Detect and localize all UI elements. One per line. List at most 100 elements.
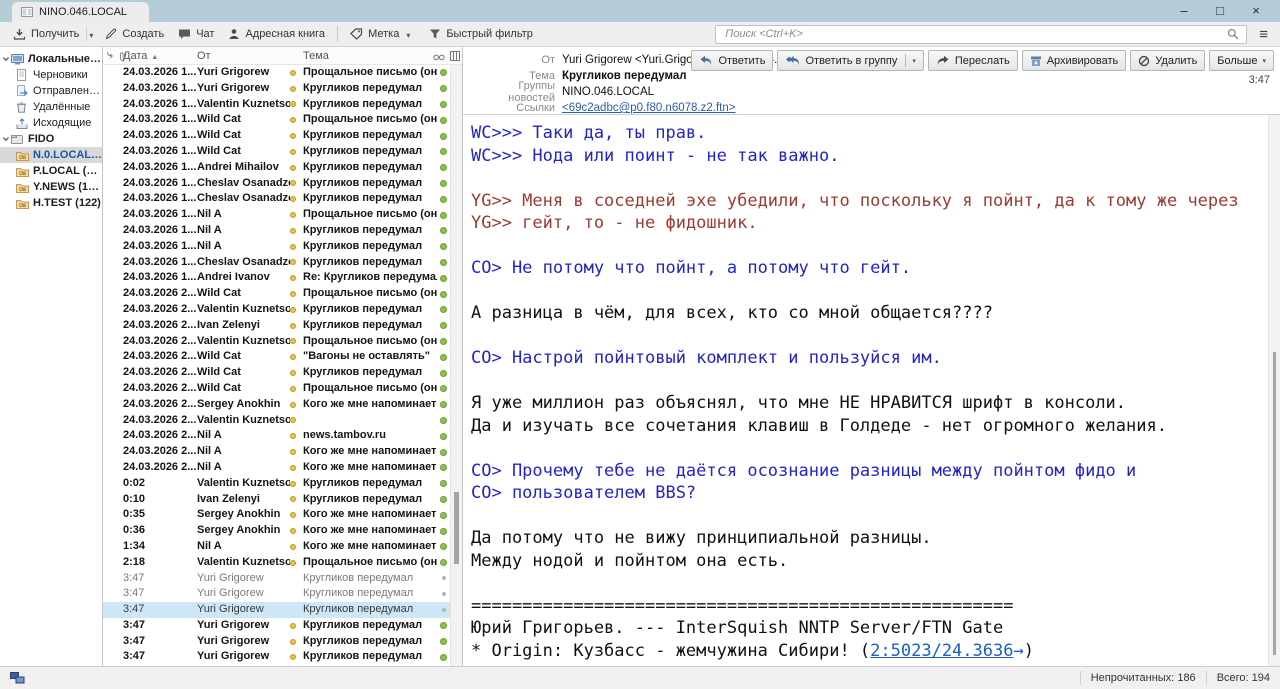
more-button[interactable]: Больше ▾ — [1209, 50, 1274, 71]
folder-item-local-folders[interactable]: Локальные папки — [0, 51, 102, 67]
maximize-button[interactable]: □ — [1202, 0, 1238, 22]
unread-column-cell[interactable] — [437, 275, 450, 282]
search-icon[interactable] — [1227, 28, 1239, 40]
message-row[interactable]: 24.03.2026 1...Yuri GrigorewПрощальное п… — [103, 65, 450, 81]
message-row[interactable]: 24.03.2026 2...Nil Anews.tambov.ru — [103, 428, 450, 444]
folder-item-drafts[interactable]: Черновики — [0, 67, 102, 83]
folder-item-ynews[interactable]: Y.NEWS (142) — [0, 179, 102, 195]
chevron-down-icon[interactable]: ▾ — [912, 57, 916, 65]
tag-button[interactable]: Метка ▾ — [343, 25, 422, 43]
message-row[interactable]: 24.03.2026 2...Valentin KuznetsovКруглик… — [103, 302, 450, 318]
unread-column-cell[interactable] — [437, 433, 450, 440]
unread-column-cell[interactable] — [437, 401, 450, 408]
close-button[interactable]: × — [1238, 0, 1274, 22]
unread-column-cell[interactable] — [437, 227, 450, 234]
folder-item-plocal[interactable]: P.LOCAL (87) — [0, 163, 102, 179]
get-messages-button[interactable]: Получить — [6, 25, 86, 43]
message-row[interactable]: 24.03.2026 1...Wild CatКругликов передум… — [103, 128, 450, 144]
unread-column-cell[interactable] — [437, 164, 450, 171]
references-link[interactable]: <69c2adbc@p0.f80.n6078.z2.ftn> — [562, 102, 735, 114]
unread-column-cell[interactable] — [437, 417, 450, 424]
forward-button[interactable]: Переслать — [928, 50, 1018, 71]
message-row[interactable]: 24.03.2026 1...Nil AПрощальное письмо (о… — [103, 207, 450, 223]
unread-column-cell[interactable] — [437, 117, 450, 124]
message-row[interactable]: 1:34Nil AКого же мне напоминает ChatG... — [103, 539, 450, 555]
folder-item-htest[interactable]: H.TEST (122) — [0, 195, 102, 211]
archive-button[interactable]: Архивировать — [1022, 50, 1127, 71]
unread-column-cell[interactable] — [437, 354, 450, 361]
app-menu-button[interactable]: ≡ — [1247, 26, 1274, 43]
message-row[interactable]: 24.03.2026 1...Cheslav OsanadzeКругликов… — [103, 255, 450, 271]
folder-tab[interactable]: NINO.046.LOCAL — [12, 2, 149, 22]
write-button[interactable]: Создать — [98, 25, 171, 43]
folder-item-trash[interactable]: Удалённые — [0, 99, 102, 115]
message-row[interactable]: 24.03.2026 2...Wild CatПрощальное письмо… — [103, 286, 450, 302]
message-row[interactable]: 24.03.2026 1...Nil AКругликов передумал — [103, 223, 450, 239]
unread-column-cell[interactable] — [437, 512, 450, 519]
message-row[interactable]: 24.03.2026 2...Valentin KuznetsovПрощаль… — [103, 334, 450, 350]
message-row[interactable]: 3:47Yuri GrigorewКругликов передумал — [103, 586, 450, 602]
message-row[interactable]: 24.03.2026 1...Yuri GrigorewКругликов пе… — [103, 81, 450, 97]
folder-item-n0local[interactable]: N.0.LOCAL (186) — [0, 147, 102, 163]
unread-column-cell[interactable] — [437, 291, 450, 298]
unread-column-cell[interactable] — [437, 464, 450, 471]
origin-address-link[interactable]: 2:5023/24.3636→ — [870, 641, 1024, 661]
attachment-column-icon[interactable] — [118, 51, 127, 65]
unread-column-cell[interactable] — [437, 608, 450, 612]
message-row[interactable]: 24.03.2026 1...Cheslav OsanadzeКругликов… — [103, 191, 450, 207]
message-row[interactable]: 24.03.2026 1...Valentin KuznetsovКруглик… — [103, 97, 450, 113]
address-book-button[interactable]: Адресная книга — [221, 25, 332, 43]
message-row[interactable]: 24.03.2026 1...Andrei IvanovRe: Круглико… — [103, 270, 450, 286]
unread-column-cell[interactable] — [437, 306, 450, 313]
message-row[interactable]: 24.03.2026 2...Valentin Kuznetsov — [103, 413, 450, 429]
message-row[interactable]: 24.03.2026 1...Cheslav OsanadzeКругликов… — [103, 176, 450, 192]
column-picker-icon[interactable] — [450, 51, 460, 64]
message-row[interactable]: 24.03.2026 1...Andrei MihailovКругликов … — [103, 160, 450, 176]
scrollbar-thumb[interactable] — [454, 492, 459, 564]
message-row[interactable]: 0:36Sergey AnokhinКого же мне напоминает… — [103, 523, 450, 539]
unread-column-cell[interactable] — [437, 259, 450, 266]
expand-chevron-icon[interactable] — [2, 135, 11, 143]
chat-button[interactable]: Чат — [171, 25, 221, 43]
unread-column-cell[interactable] — [437, 69, 450, 76]
message-row[interactable]: 24.03.2026 2...Nil AКого же мне напомина… — [103, 444, 450, 460]
unread-column-cell[interactable] — [437, 496, 450, 503]
unread-column-cell[interactable] — [437, 449, 450, 456]
message-row[interactable]: 24.03.2026 1...Nil AКругликов передумал — [103, 239, 450, 255]
unread-column-cell[interactable] — [437, 559, 450, 566]
message-row[interactable]: 24.03.2026 2...Wild CatПрощальное письмо… — [103, 381, 450, 397]
message-row[interactable]: 3:47Yuri GrigorewКругликов передумал — [103, 571, 450, 587]
column-header-date[interactable]: Дата▲ — [123, 50, 197, 62]
expand-chevron-icon[interactable] — [2, 55, 11, 63]
unread-column-cell[interactable] — [437, 101, 450, 108]
scrollbar-thumb[interactable] — [1273, 352, 1276, 655]
unread-column-cell[interactable] — [437, 180, 450, 187]
message-row[interactable]: 3:47Yuri GrigorewКругликов передумал — [103, 649, 450, 665]
message-row[interactable]: 0:02Valentin KuznetsovКругликов передума… — [103, 476, 450, 492]
unread-column-icon[interactable] — [433, 52, 445, 64]
unread-column-cell[interactable] — [437, 385, 450, 392]
minimize-button[interactable]: – — [1166, 0, 1202, 22]
message-row[interactable]: 24.03.2026 2...Wild CatКругликов передум… — [103, 365, 450, 381]
unread-column-cell[interactable] — [437, 543, 450, 550]
unread-column-cell[interactable] — [437, 322, 450, 329]
message-row[interactable]: 24.03.2026 2...Ivan ZelenyiКругликов пер… — [103, 318, 450, 334]
unread-column-cell[interactable] — [437, 85, 450, 92]
folder-item-fido[interactable]: FIDO — [0, 131, 102, 147]
folder-item-outbox[interactable]: Исходящие — [0, 115, 102, 131]
unread-column-cell[interactable] — [437, 133, 450, 140]
message-row[interactable]: 0:10Ivan ZelenyiКругликов передумал — [103, 492, 450, 508]
message-row[interactable]: 24.03.2026 2...Wild Cat"Вагоны не оставл… — [103, 349, 450, 365]
unread-column-cell[interactable] — [437, 370, 450, 377]
unread-column-cell[interactable] — [437, 592, 450, 596]
search-input[interactable] — [723, 27, 1220, 41]
get-messages-dropdown[interactable]: ▾ — [87, 29, 98, 40]
unread-column-cell[interactable] — [437, 196, 450, 203]
message-row[interactable]: 24.03.2026 1...Wild CatКругликов передум… — [103, 144, 450, 160]
unread-column-cell[interactable] — [437, 638, 450, 645]
reply-button[interactable]: Ответить — [691, 50, 773, 71]
delete-button[interactable]: Удалить — [1130, 50, 1205, 71]
message-row[interactable]: 24.03.2026 1...Wild CatПрощальное письмо… — [103, 112, 450, 128]
thread-column-icon[interactable] — [106, 51, 115, 65]
message-list-scrollbar[interactable] — [450, 65, 462, 666]
